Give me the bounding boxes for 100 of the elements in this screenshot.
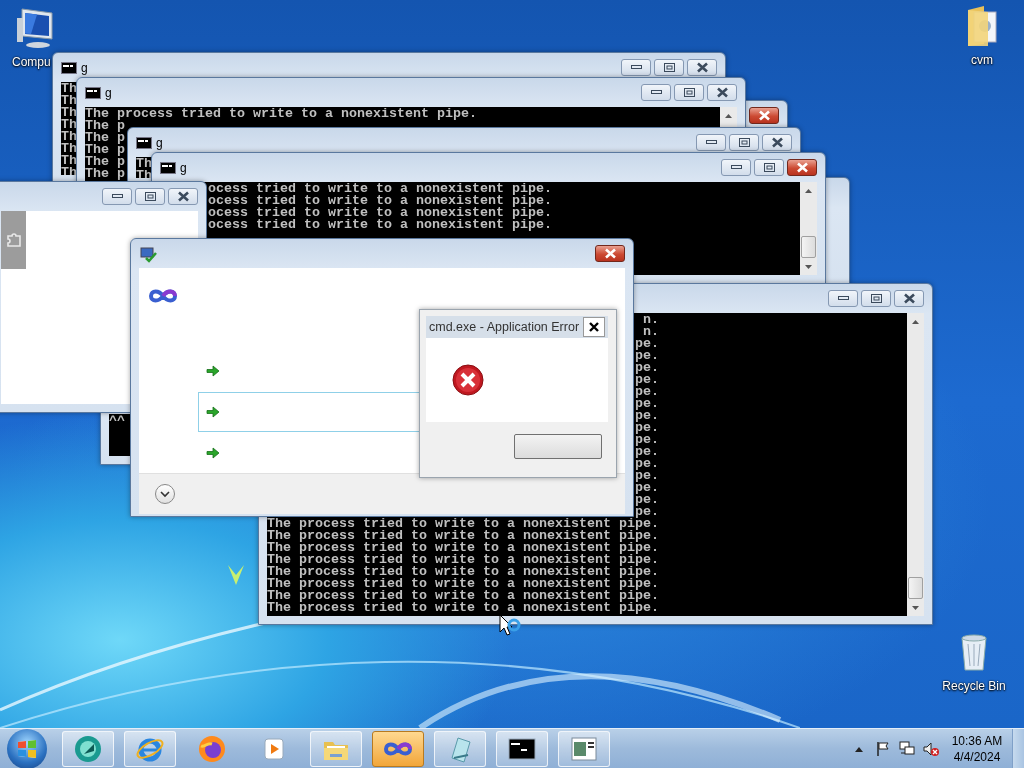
fox-globe-icon	[197, 733, 227, 764]
console-line: The process tried to write to a nonexistent pipe.	[267, 530, 659, 542]
console-line: pe.	[634, 506, 659, 518]
console-line: pe.	[634, 362, 659, 374]
console-line: pe.	[634, 386, 659, 398]
maximize-icon	[870, 294, 882, 303]
minimize-icon	[111, 194, 123, 199]
console-line: The process tried to write to a nonexistent pipe.	[85, 108, 477, 120]
close-icon	[757, 110, 771, 121]
console-line: Th	[61, 143, 77, 155]
minimize-icon	[730, 165, 742, 170]
scroll-thumb[interactable]	[908, 577, 923, 599]
console-line: pe.	[634, 446, 659, 458]
expand-button[interactable]	[155, 484, 175, 504]
console-line: Th	[61, 95, 77, 107]
start-button[interactable]	[7, 728, 47, 768]
maximize-icon	[683, 88, 695, 97]
close-button[interactable]	[595, 245, 625, 262]
desktop-icon-label[interactable]: Compu	[12, 55, 51, 69]
window-title: g	[156, 135, 163, 150]
console-line: The process tried to write to a nonexistent pipe.	[267, 542, 659, 554]
minimize-button[interactable]	[828, 290, 858, 307]
close-icon	[588, 321, 600, 333]
maximize-button[interactable]	[135, 188, 165, 205]
minimize-icon	[630, 65, 642, 70]
console-line: The process tried to write to a nonexistent pipe.	[267, 554, 659, 566]
minimize-button[interactable]	[696, 134, 726, 151]
console-line: ocess tried to write to a nonexistent pipe.	[207, 207, 552, 219]
console-line: Th	[61, 107, 77, 119]
caret-up-icon	[725, 113, 732, 118]
console-line: n.	[642, 314, 659, 326]
dialog-title: cmd.exe - Application Error	[429, 320, 581, 334]
console-line: ocess tried to write to a nonexistent pipe.	[207, 195, 552, 207]
window-title: g	[180, 160, 187, 175]
console-line: Th	[61, 83, 77, 95]
close-button[interactable]	[168, 188, 198, 205]
close-button[interactable]	[787, 159, 817, 176]
close-button[interactable]	[762, 134, 792, 151]
console-line: The p	[85, 132, 125, 144]
close-icon	[695, 62, 709, 73]
console-line: n.	[642, 326, 659, 338]
scroll-thumb[interactable]	[801, 236, 816, 258]
clock-button[interactable]: 10:36 AM 4/4/2024	[944, 732, 1010, 765]
console-icon	[85, 86, 101, 99]
arrow-right-icon	[206, 365, 220, 377]
console-line: Th	[61, 131, 77, 143]
console-line: Th	[136, 158, 152, 170]
console-icon	[136, 136, 152, 149]
maximize-icon	[663, 63, 675, 72]
close-icon	[795, 162, 809, 173]
desktop-icon-label[interactable]: cvm	[971, 53, 993, 67]
console-line: The process tried to write to a nonexistent pipe.	[267, 590, 659, 602]
maximize-button[interactable]	[861, 290, 891, 307]
caret-down-icon	[912, 605, 919, 610]
dialog-button[interactable]	[514, 434, 602, 459]
minimize-button[interactable]	[721, 159, 751, 176]
console-line: Th	[61, 119, 77, 131]
maximize-button[interactable]	[654, 59, 684, 76]
close-icon	[715, 87, 729, 98]
caret-up-icon	[912, 319, 919, 324]
window-title: g	[105, 85, 112, 100]
bubble-icon	[73, 733, 103, 764]
console-line: The process tried to write to a nonexistent pipe.	[267, 518, 659, 530]
puzzle-icon	[4, 231, 23, 249]
minimize-button[interactable]	[641, 84, 671, 101]
console-line: The p	[85, 120, 125, 132]
error-icon	[452, 364, 484, 396]
console-line: The process tried to write to a nonexistent pipe.	[267, 578, 659, 590]
console-line: The process tried to write to a nonexistent pipe.	[267, 566, 659, 578]
maximize-button[interactable]	[754, 159, 784, 176]
maximize-button[interactable]	[729, 134, 759, 151]
console-line: Th	[61, 155, 77, 167]
console-line: pe.	[634, 422, 659, 434]
console-line: pe.	[634, 458, 659, 470]
close-button[interactable]	[707, 84, 737, 101]
console-line: pe.	[634, 482, 659, 494]
close-button[interactable]	[749, 107, 779, 124]
windows-logo-icon	[16, 737, 38, 760]
console-line: pe.	[634, 494, 659, 506]
maximize-icon	[738, 138, 750, 147]
arrow-right-icon	[206, 406, 220, 418]
console-line: The p	[85, 156, 125, 168]
window-title: g	[81, 60, 88, 75]
caret-down-icon	[805, 264, 812, 269]
console-line: ^^	[109, 415, 125, 427]
console-line: pe.	[634, 434, 659, 446]
console-line: The process tried to write to a nonexistent pipe.	[267, 602, 659, 614]
minimize-button[interactable]	[621, 59, 651, 76]
close-icon	[902, 293, 916, 304]
console-line: ocess tried to write to a nonexistent pipe.	[207, 183, 552, 195]
arrow-right-icon	[206, 447, 220, 459]
minimize-button[interactable]	[102, 188, 132, 205]
desktop-icon-label[interactable]: Recycle Bin	[942, 679, 1006, 693]
close-button[interactable]	[687, 59, 717, 76]
close-button[interactable]	[583, 317, 605, 337]
console-icon	[160, 161, 176, 174]
close-button[interactable]	[894, 290, 924, 307]
maximize-button[interactable]	[674, 84, 704, 101]
console-line: pe.	[634, 410, 659, 422]
console-line: ocess tried to write to a nonexistent pipe.	[207, 219, 552, 231]
